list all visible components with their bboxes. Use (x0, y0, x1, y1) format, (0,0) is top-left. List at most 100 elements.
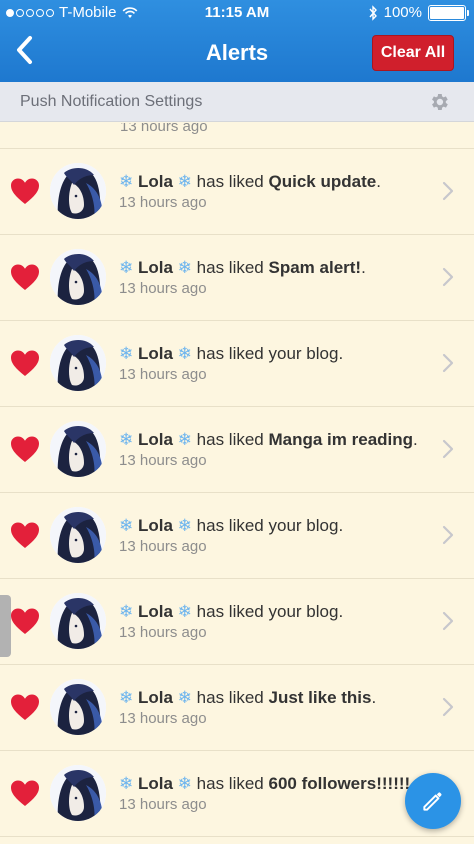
user-name[interactable]: Lola (138, 172, 173, 191)
alert-time: 13 hours ago (119, 710, 207, 727)
alert-text: ❄ Lola ❄ has liked 600 followers!!!!!!.1… (119, 773, 419, 815)
clear-all-button[interactable]: Clear All (372, 35, 454, 71)
snowflake-icon: ❄ (119, 172, 134, 191)
heart-icon (10, 779, 40, 807)
snowflake-icon: ❄ (177, 258, 192, 277)
alert-time: 13 hours ago (119, 366, 207, 383)
user-name[interactable]: Lola (138, 430, 173, 449)
chevron-right-icon (442, 525, 454, 545)
alerts-list[interactable]: 13 hours ago ❄ Lola ❄ has liked Quick up… (0, 123, 474, 844)
alert-target[interactable]: your blog (269, 602, 339, 621)
snowflake-icon: ❄ (177, 344, 192, 363)
snowflake-icon: ❄ (119, 774, 134, 793)
avatar[interactable] (50, 679, 106, 735)
list-item[interactable]: ❄ Lola ❄ has liked your blog. 13 hours ag… (0, 321, 474, 407)
alert-suffix: . (338, 602, 344, 621)
user-name[interactable]: Lola (138, 602, 173, 621)
alert-text: ❄ Lola ❄ has liked your blog. 13 hours ag… (119, 515, 419, 557)
alert-text: ❄ Lola ❄ has liked your blog. 13 hours ag… (119, 343, 419, 385)
alert-time: 13 hours ago (119, 280, 207, 297)
avatar[interactable] (50, 765, 106, 821)
alert-suffix: . (376, 172, 381, 191)
settings-label: Push Notification Settings (20, 93, 203, 110)
snowflake-icon: ❄ (177, 602, 192, 621)
list-item[interactable]: ❄ Lola ❄ has liked your blog. 13 hours ag… (0, 493, 474, 579)
avatar[interactable] (50, 421, 106, 477)
list-item[interactable]: ❄ Lola ❄ has liked Spam alert!. 13 hours … (0, 235, 474, 321)
chevron-right-icon (442, 267, 454, 287)
list-item[interactable]: ❄ Lola ❄ has liked 600 followers!!!!!!.1… (0, 751, 474, 837)
alert-target[interactable]: Manga im reading (269, 430, 414, 449)
battery-percent: 100% (383, 4, 422, 21)
alert-action: has liked (196, 430, 264, 449)
alert-target[interactable]: 600 followers!!!!!! (269, 774, 411, 793)
alert-action: has liked (196, 602, 264, 621)
list-item[interactable]: ❄ Lola ❄ has liked Quick update. 13 hours… (0, 149, 474, 235)
alert-text: ❄ Lola ❄ has liked Quick update. 13 hours… (119, 171, 419, 213)
chevron-right-icon (442, 181, 454, 201)
user-name[interactable]: Lola (138, 258, 173, 277)
alert-action: has liked (196, 258, 264, 277)
chevron-right-icon (442, 611, 454, 631)
alert-target[interactable]: Quick update (269, 172, 377, 191)
alert-target[interactable]: Spam alert! (269, 258, 362, 277)
heart-icon (10, 435, 40, 463)
avatar[interactable] (50, 249, 106, 305)
push-notification-settings-bar[interactable]: Push Notification Settings (0, 82, 474, 122)
heart-icon (10, 693, 40, 721)
alert-action: has liked (196, 688, 264, 707)
status-right: 100% (368, 4, 469, 21)
heart-icon (10, 349, 40, 377)
snowflake-icon: ❄ (119, 258, 134, 277)
alert-suffix: . (338, 344, 344, 363)
alert-time: 13 hours ago (119, 538, 207, 555)
avatar[interactable] (50, 163, 106, 219)
battery-icon (428, 4, 469, 21)
alert-suffix: . (338, 516, 344, 535)
alert-time: 13 hours ago (119, 452, 207, 469)
user-name[interactable]: Lola (138, 344, 173, 363)
avatar[interactable] (50, 335, 106, 391)
alert-target[interactable]: your blog (269, 344, 339, 363)
alert-time: 13 hours ago (119, 796, 207, 813)
heart-icon (10, 607, 40, 635)
top-bar: T-Mobile 11:15 AM 100% Alerts Clear All (0, 0, 474, 82)
user-name[interactable]: Lola (138, 774, 173, 793)
alert-text: ❄ Lola ❄ has liked Spam alert!. 13 hours … (119, 257, 419, 299)
alert-suffix: . (371, 688, 377, 707)
alert-target[interactable]: Just like this (269, 688, 372, 707)
avatar[interactable] (50, 593, 106, 649)
compose-button[interactable] (405, 773, 461, 829)
status-bar: T-Mobile 11:15 AM 100% (0, 0, 474, 26)
list-item[interactable]: ❄ Lola ❄ has liked Manga im reading. 13 h… (0, 407, 474, 493)
alert-suffix: . (361, 258, 366, 277)
alert-suffix: . (413, 430, 418, 449)
snowflake-icon: ❄ (119, 430, 134, 449)
snowflake-icon: ❄ (119, 688, 134, 707)
alert-action: has liked (196, 774, 264, 793)
header: Alerts Clear All (0, 26, 474, 82)
list-item[interactable]: ❄ Lola ❄ has liked Just like this. 13 hou… (0, 665, 474, 751)
heart-icon (10, 263, 40, 291)
snowflake-icon: ❄ (177, 172, 192, 191)
side-drawer-handle[interactable] (0, 595, 11, 657)
alert-target[interactable]: your blog (269, 516, 339, 535)
list-item-partial[interactable]: 13 hours ago (0, 123, 474, 149)
snowflake-icon: ❄ (177, 516, 192, 535)
user-name[interactable]: Lola (138, 688, 173, 707)
alert-action: has liked (196, 516, 264, 535)
snowflake-icon: ❄ (119, 602, 134, 621)
avatar[interactable] (50, 507, 106, 563)
chevron-right-icon (442, 353, 454, 373)
pencil-icon (423, 792, 442, 811)
list-item[interactable]: ❄ Lola ❄ has liked your blog. 13 hours ag… (0, 579, 474, 665)
alert-time: 13 hours ago (119, 624, 207, 641)
user-name[interactable]: Lola (138, 516, 173, 535)
gear-icon[interactable] (428, 91, 450, 113)
alert-action: has liked (196, 344, 264, 363)
heart-icon (10, 177, 40, 205)
alert-action: has liked (196, 172, 264, 191)
alert-text: ❄ Lola ❄ has liked your blog. 13 hours ag… (119, 601, 419, 643)
bluetooth-icon (369, 4, 377, 21)
snowflake-icon: ❄ (119, 516, 134, 535)
